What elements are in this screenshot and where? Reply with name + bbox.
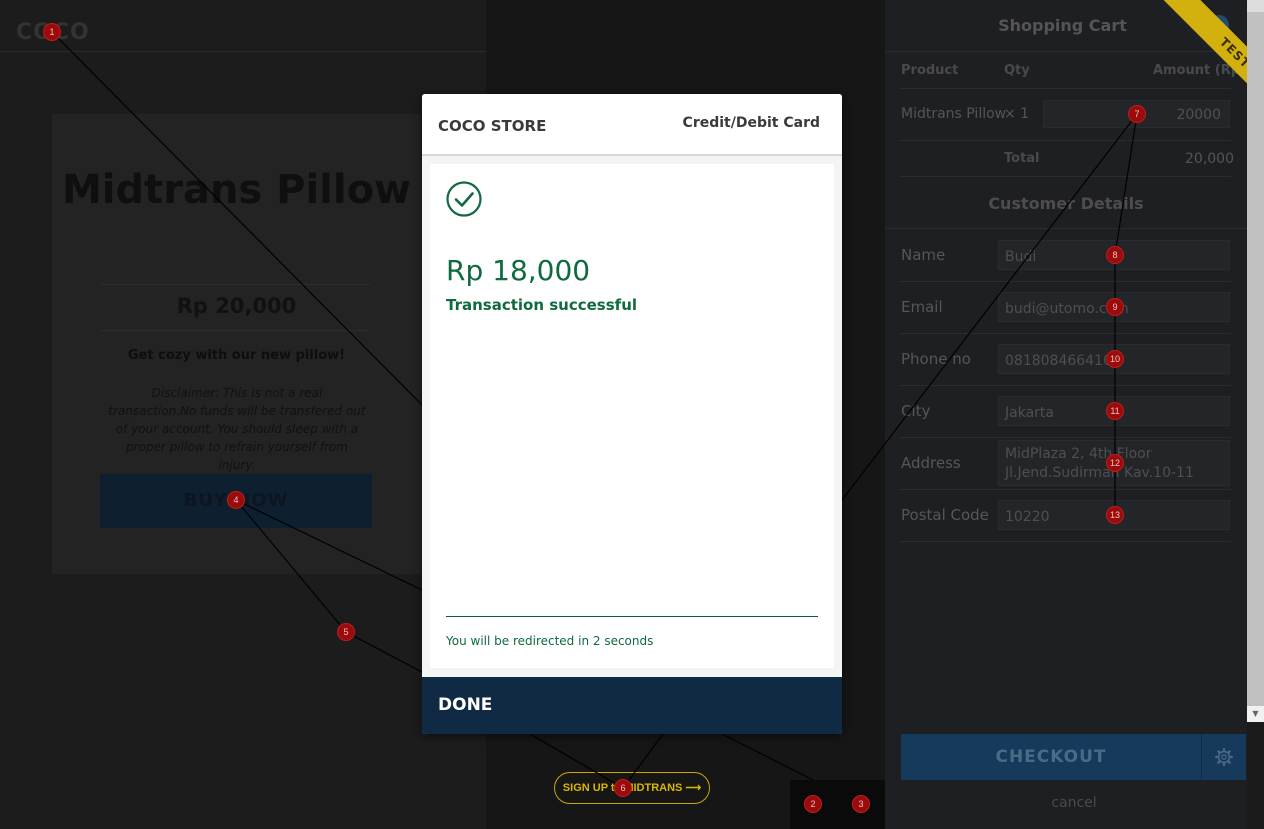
divider <box>900 140 1231 141</box>
divider <box>900 489 1231 490</box>
payment-method-label: Credit/Debit Card <box>682 115 820 131</box>
done-button[interactable]: DONE <box>422 677 842 734</box>
annotation-marker: 13 <box>1106 506 1124 524</box>
total-label: Total <box>1004 151 1040 166</box>
annotation-marker: 3 <box>852 795 870 813</box>
transaction-result: Rp 18,000 Transaction successful You wil… <box>430 164 834 668</box>
annotation-marker: 1 <box>43 23 61 41</box>
divider <box>900 176 1231 177</box>
transaction-status: Transaction successful <box>446 296 638 314</box>
annotation-marker: 5 <box>337 623 355 641</box>
annotation-marker: 7 <box>1128 105 1146 123</box>
merchant-name: COCO STORE <box>438 117 547 135</box>
divider <box>900 541 1231 542</box>
transaction-amount: Rp 18,000 <box>446 254 591 287</box>
annotation-marker: 9 <box>1106 298 1124 316</box>
name-label: Name <box>901 246 946 264</box>
cancel-link[interactable]: cancel <box>885 795 1263 811</box>
scrollbar[interactable] <box>1247 0 1264 722</box>
column-header-product: Product <box>901 63 959 78</box>
redirect-message: You will be redirected in 2 seconds <box>446 634 654 648</box>
email-label: Email <box>901 298 943 316</box>
annotation-marker: 11 <box>1106 402 1124 420</box>
divider <box>100 330 370 331</box>
divider <box>900 437 1231 438</box>
gear-icon <box>1214 747 1234 767</box>
payment-modal: COCO STORE Credit/Debit Card Rp 18,000 T… <box>422 94 842 734</box>
divider <box>900 385 1231 386</box>
checkout-button[interactable]: CHECKOUT <box>901 734 1201 780</box>
annotation-marker: 8 <box>1106 246 1124 264</box>
address-label: Address <box>901 454 961 472</box>
product-disclaimer: Disclaimer: This is not a real transacti… <box>108 386 366 472</box>
annotation-marker: 2 <box>804 795 822 813</box>
check-circle-icon <box>446 181 482 217</box>
divider <box>900 333 1231 334</box>
scroll-down-button[interactable]: ▼ <box>1247 706 1264 722</box>
cart-item-name: Midtrans Pillow <box>901 106 1007 122</box>
city-label: City <box>901 402 931 420</box>
product-title: Midtrans Pillow <box>61 167 412 213</box>
annotation-marker: 6 <box>614 779 632 797</box>
divider <box>885 228 1247 229</box>
annotation-marker: 10 <box>1106 350 1124 368</box>
modal-header: COCO STORE Credit/Debit Card <box>422 94 842 156</box>
signup-midtrans-button[interactable]: SIGN UP to MIDTRANS ⟶ <box>554 772 710 804</box>
scroll-up-button[interactable] <box>1247 0 1264 12</box>
settings-button[interactable] <box>1201 734 1246 780</box>
annotation-marker: 12 <box>1106 454 1124 472</box>
store-header: COCO <box>0 0 486 52</box>
cart-item-qty: × 1 <box>1004 106 1030 122</box>
product-price: Rp 20,000 <box>176 294 297 318</box>
total-value: 20,000 <box>1185 151 1234 167</box>
phone-label: Phone no <box>901 350 971 368</box>
divider <box>446 616 818 617</box>
annotation-marker: 4 <box>227 491 245 509</box>
divider <box>100 284 370 285</box>
product-tagline: Get cozy with our new pillow! <box>127 348 346 363</box>
test-ribbon: TEST <box>1130 0 1264 134</box>
postal-code-label: Postal Code <box>901 506 989 524</box>
customer-details-title: Customer Details <box>988 194 1144 213</box>
column-header-qty: Qty <box>1004 63 1030 78</box>
divider <box>900 281 1231 282</box>
